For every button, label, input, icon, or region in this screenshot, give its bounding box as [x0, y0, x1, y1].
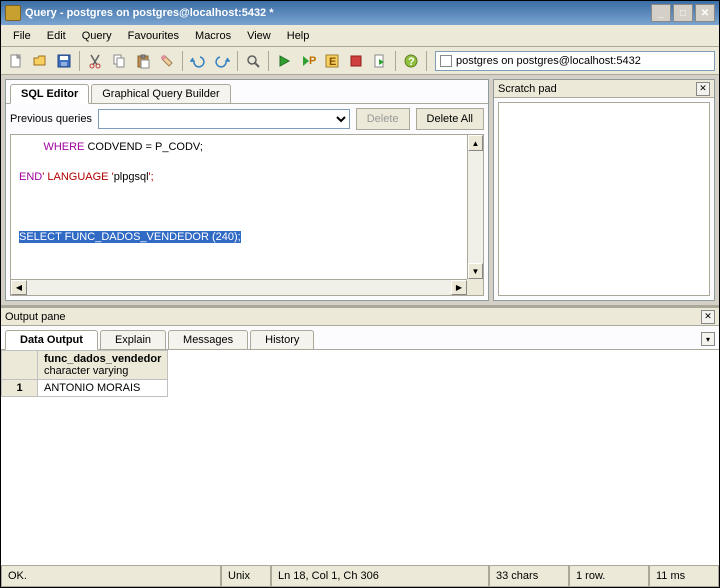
connection-checkbox[interactable] [440, 55, 452, 67]
row-number: 1 [2, 380, 38, 397]
toolbar-separator [268, 51, 269, 71]
execute-pgscript-icon[interactable]: PG [297, 50, 319, 72]
toolbar-separator [237, 51, 238, 71]
undo-icon[interactable] [187, 50, 209, 72]
tab-explain[interactable]: Explain [100, 330, 166, 349]
previous-queries-combo[interactable] [98, 109, 350, 129]
open-icon[interactable] [29, 50, 51, 72]
toolbar: PG E ? postgres on postgres@localhost:54… [1, 47, 719, 75]
window-title: Query - postgres on postgres@localhost:5… [25, 7, 649, 19]
explain-icon[interactable]: E [321, 50, 343, 72]
maximize-button[interactable]: □ [673, 4, 693, 22]
menu-bar: File Edit Query Favourites Macros View H… [1, 25, 719, 47]
title-bar: Query - postgres on postgres@localhost:5… [1, 1, 719, 25]
output-grid[interactable]: func_dados_vendedor character varying 1 … [1, 350, 719, 565]
previous-queries-label: Previous queries [10, 113, 92, 125]
sql-editor-area[interactable]: WHERE CODVEND = P_CODV; END' LANGUAGE 'p… [10, 134, 484, 296]
menu-help[interactable]: Help [279, 28, 318, 44]
grid-corner [2, 351, 38, 380]
connection-text: postgres on postgres@localhost:5432 [456, 55, 641, 67]
toolbar-separator [182, 51, 183, 71]
output-pane-title: Output pane [5, 311, 701, 323]
svg-text:E: E [329, 56, 336, 68]
status-row-count: 1 row. [569, 566, 649, 587]
svg-text:PG: PG [309, 55, 316, 67]
status-cursor-position: Ln 18, Col 1, Ch 306 [271, 566, 489, 587]
menu-macros[interactable]: Macros [187, 28, 239, 44]
tab-sql-editor[interactable]: SQL Editor [10, 84, 89, 104]
stop-icon[interactable] [345, 50, 367, 72]
svg-text:?: ? [408, 56, 415, 68]
execute-icon[interactable] [273, 50, 295, 72]
scratch-pad-area[interactable] [498, 102, 710, 296]
table-row[interactable]: 1 ANTONIO MORAIS [2, 380, 168, 397]
menu-file[interactable]: File [5, 28, 39, 44]
status-char-count: 33 chars [489, 566, 569, 587]
editor-scrollbar-vertical[interactable]: ▲▼ [467, 135, 483, 279]
cut-icon[interactable] [84, 50, 106, 72]
tab-data-output[interactable]: Data Output [5, 330, 98, 350]
status-encoding: Unix [221, 566, 271, 587]
toolbar-separator [79, 51, 80, 71]
toolbar-separator [426, 51, 427, 71]
scratch-pad-close-icon[interactable]: ✕ [696, 82, 710, 96]
menu-favourites[interactable]: Favourites [120, 28, 187, 44]
tab-messages[interactable]: Messages [168, 330, 248, 349]
save-icon[interactable] [53, 50, 75, 72]
paste-icon[interactable] [132, 50, 154, 72]
connection-combo[interactable]: postgres on postgres@localhost:5432 [435, 51, 715, 71]
column-header[interactable]: func_dados_vendedor character varying [38, 351, 168, 380]
new-icon[interactable] [5, 50, 27, 72]
editor-scrollbar-horizontal[interactable]: ◀▶ [11, 279, 467, 295]
copy-icon[interactable] [108, 50, 130, 72]
scroll-up-icon[interactable]: ▲ [468, 135, 483, 151]
execute-file-icon[interactable] [369, 50, 391, 72]
editor-resize-grip [467, 279, 483, 295]
toolbar-separator [395, 51, 396, 71]
delete-query-button[interactable]: Delete [356, 108, 410, 130]
scroll-down-icon[interactable]: ▼ [468, 263, 483, 279]
status-message: OK. [1, 566, 221, 587]
tab-history[interactable]: History [250, 330, 314, 349]
output-tabs-dropdown-icon[interactable]: ▾ [701, 332, 715, 346]
cell-value[interactable]: ANTONIO MORAIS [38, 380, 168, 397]
app-icon [5, 5, 21, 21]
scratch-pad-title: Scratch pad [498, 83, 696, 95]
help-icon[interactable]: ? [400, 50, 422, 72]
menu-view[interactable]: View [239, 28, 279, 44]
sql-code[interactable]: WHERE CODVEND = P_CODV; END' LANGUAGE 'p… [11, 135, 467, 279]
output-pane-close-icon[interactable]: ✕ [701, 310, 715, 324]
scroll-right-icon[interactable]: ▶ [451, 280, 467, 295]
find-icon[interactable] [242, 50, 264, 72]
scroll-left-icon[interactable]: ◀ [11, 280, 27, 295]
menu-edit[interactable]: Edit [39, 28, 74, 44]
tab-graphical-query-builder[interactable]: Graphical Query Builder [91, 84, 230, 103]
delete-all-queries-button[interactable]: Delete All [416, 108, 484, 130]
clear-icon[interactable] [156, 50, 178, 72]
menu-query[interactable]: Query [74, 28, 120, 44]
status-exec-time: 11 ms [649, 566, 719, 587]
status-bar: OK. Unix Ln 18, Col 1, Ch 306 33 chars 1… [1, 565, 719, 587]
close-button[interactable]: ✕ [695, 4, 715, 22]
minimize-button[interactable]: _ [651, 4, 671, 22]
redo-icon[interactable] [211, 50, 233, 72]
